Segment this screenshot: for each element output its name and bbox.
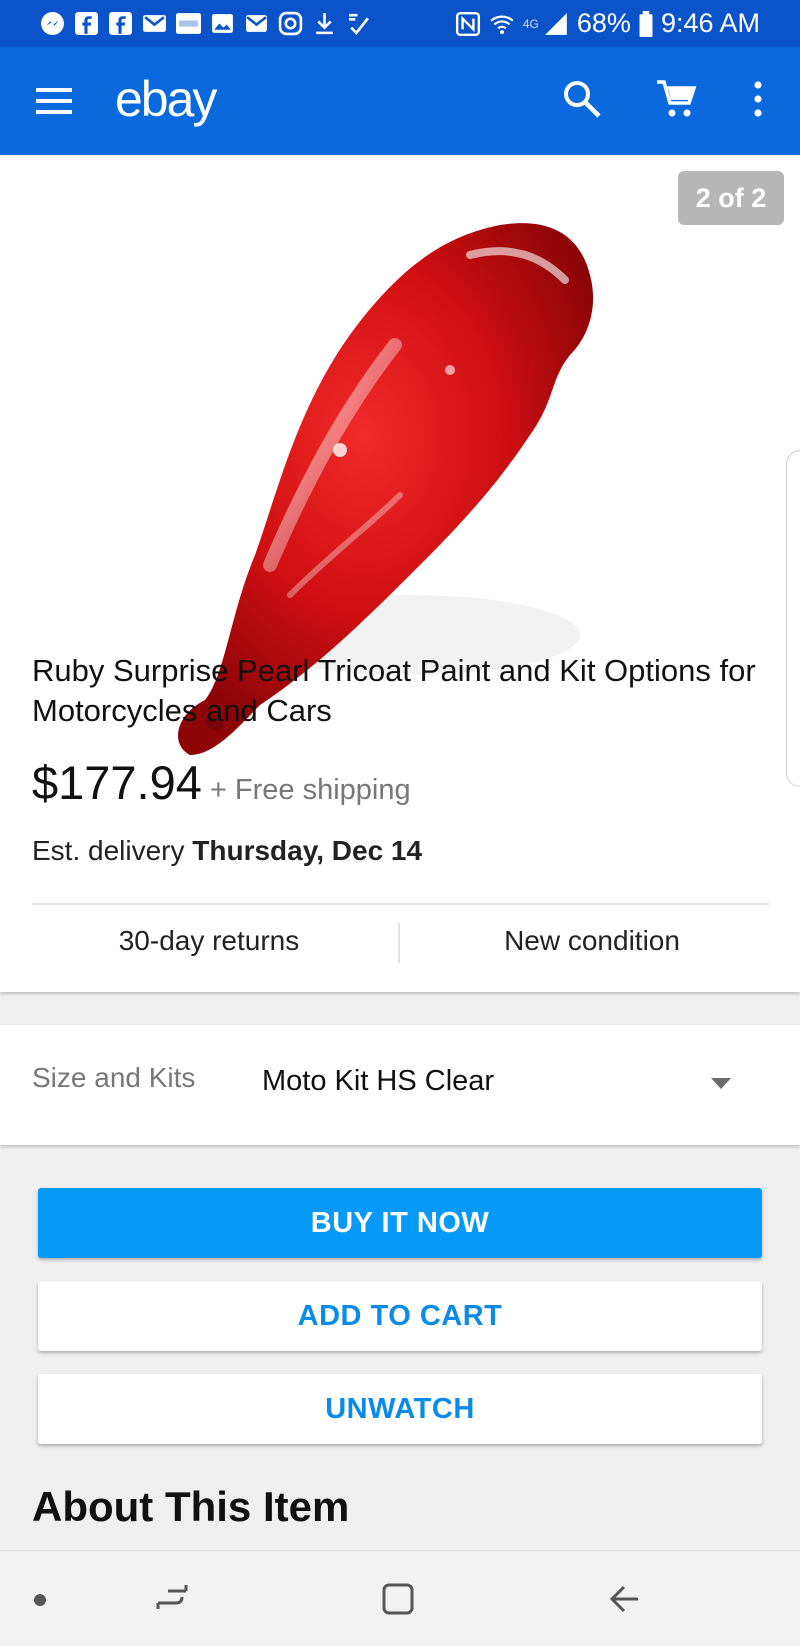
variation-label: Size and Kits xyxy=(32,1062,196,1093)
system-navigation-bar xyxy=(0,1550,800,1646)
home-icon[interactable] xyxy=(378,1579,418,1619)
recent-apps-icon[interactable] xyxy=(152,1579,192,1619)
gallery-icon xyxy=(210,11,235,36)
clock: 9:46 AM xyxy=(660,8,760,38)
shipping-info: + Free shipping xyxy=(209,774,411,806)
status-bar: 4G 68% 9:46 AM xyxy=(0,0,800,47)
nav-indicator-dot xyxy=(34,1594,46,1606)
delivery-date: Thursday, Dec 14 xyxy=(192,835,423,866)
shopping-cart-icon[interactable] xyxy=(654,77,698,121)
unwatch-button[interactable]: UNWATCH xyxy=(38,1374,762,1444)
item-condition[interactable]: New condition xyxy=(408,925,776,957)
app-bar: ebay xyxy=(0,47,800,155)
battery-percent: 68% xyxy=(576,8,631,38)
facebook-icon xyxy=(74,11,99,36)
messenger-icon xyxy=(40,11,65,36)
download-icon xyxy=(312,11,337,36)
estimated-delivery: Est. delivery Thursday, Dec 14 xyxy=(32,835,422,867)
returns-policy[interactable]: 30-day returns xyxy=(25,925,393,957)
signal-icon xyxy=(543,11,569,37)
hamburger-menu-icon[interactable] xyxy=(32,79,76,123)
feature-separator xyxy=(398,923,400,963)
image-counter-badge: 2 of 2 xyxy=(678,171,784,225)
product-price: $177.94 xyxy=(32,756,202,809)
dropdown-caret-icon[interactable] xyxy=(708,1070,734,1096)
divider xyxy=(32,903,769,905)
network-type: 4G xyxy=(522,16,539,31)
back-icon[interactable] xyxy=(604,1579,644,1619)
search-icon[interactable] xyxy=(560,77,604,121)
price-row: $177.94 + Free shipping xyxy=(32,755,411,810)
gmail-icon xyxy=(142,11,167,36)
ebay-logo[interactable]: ebay xyxy=(115,70,217,128)
notification-icons xyxy=(40,11,371,36)
battery-icon xyxy=(639,10,653,37)
instagram-icon xyxy=(278,11,303,36)
add-to-cart-button[interactable]: ADD TO CART xyxy=(38,1281,762,1351)
delivery-label: Est. delivery xyxy=(32,835,185,866)
facebook-icon xyxy=(108,11,133,36)
product-title: Ruby Surprise Pearl Tricoat Paint and Ki… xyxy=(32,653,756,728)
variation-dropdown[interactable]: Moto Kit HS Clear xyxy=(262,1065,494,1098)
next-image-peek[interactable] xyxy=(786,450,800,787)
nfc-icon xyxy=(455,11,481,37)
email-icon xyxy=(244,11,269,36)
ebay-app-icon xyxy=(176,11,201,36)
check-icon xyxy=(346,11,371,36)
about-section-heading: About This Item xyxy=(32,1483,350,1530)
buy-it-now-button[interactable]: BUY IT NOW xyxy=(38,1188,762,1258)
more-options-icon[interactable] xyxy=(744,77,772,121)
wifi-icon xyxy=(489,11,515,37)
product-summary-card: 2 of 2 Ruby Surprise Pearl Tricoat Paint… xyxy=(0,155,800,992)
variation-selector[interactable]: Size and Kits Moto Kit HS Clear xyxy=(0,1025,800,1145)
